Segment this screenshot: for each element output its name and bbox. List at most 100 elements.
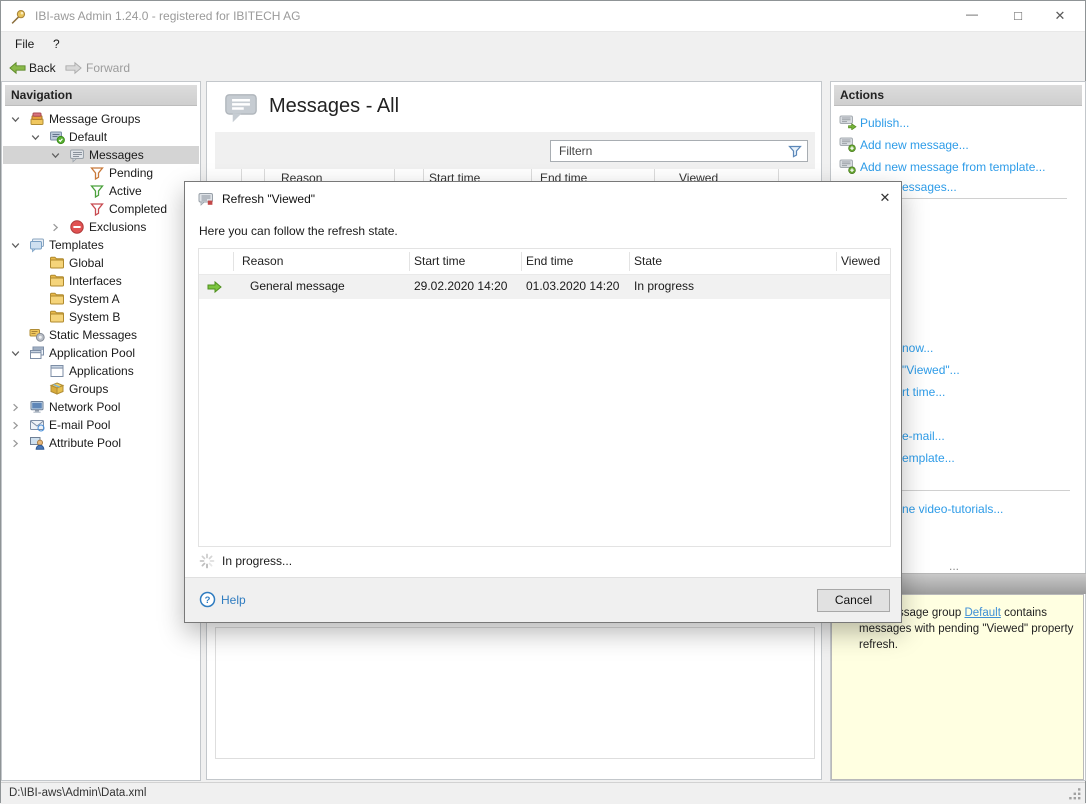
maximize-icon: □ [1014,8,1022,23]
action-item-partial[interactable]: "Viewed"... [902,363,960,378]
tree-item-completed[interactable]: Completed [3,200,199,218]
column-header-viewed[interactable]: Viewed [841,254,880,268]
chevron-right-icon[interactable] [11,421,20,430]
progress-spinner-icon [199,553,215,569]
tree-item-message-groups[interactable]: Message Groups [3,110,199,128]
status-bar: D:\IBI-aws\Admin\Data.xml [1,782,1085,804]
folder-icon [49,291,65,307]
column-separator [409,252,410,271]
attribute-pool-icon [29,435,45,451]
tree-item-static-messages[interactable]: Static Messages [3,326,199,344]
tree-item-e-mail-pool[interactable]: E-mail Pool [3,416,199,434]
action-item-partial[interactable]: ... [949,559,959,574]
dialog-title: Refresh "Viewed" [222,192,315,206]
tree-item-applications[interactable]: Applications [3,362,199,380]
tree-item-label: Applications [69,362,134,380]
chevron-right-icon[interactable] [11,439,20,448]
tree-item-groups[interactable]: Groups [3,380,199,398]
minimize-button[interactable]: — [955,1,989,31]
chevron-right-icon[interactable] [11,403,20,412]
menu-bar: File ? [1,32,1085,57]
tree-item-messages[interactable]: Messages [3,146,199,164]
tree-item-active[interactable]: Active [3,182,199,200]
default-group-link[interactable]: Default [964,607,1000,619]
tree-item-label: Messages [89,146,144,164]
chevron-down-icon[interactable] [11,115,20,124]
message-preview-panel [215,627,815,759]
forward-arrow-icon [65,61,82,75]
tree-item-label: System A [69,290,120,308]
tree-item-pending[interactable]: Pending [3,164,199,182]
help-link[interactable]: Help [221,593,246,607]
green-arrow-icon [206,279,222,295]
back-button[interactable]: Back [29,61,56,75]
funnel-orange-icon [89,165,105,181]
action-add-new-message[interactable]: Add new message... [831,136,1085,154]
dialog-close-button[interactable]: ✕ [873,186,897,210]
resize-grip[interactable] [1069,788,1082,801]
actions-separator [902,490,1070,491]
funnel-green-icon [89,183,105,199]
tree-item-system-a[interactable]: System A [3,290,199,308]
chevron-down-icon[interactable] [51,151,60,160]
maximize-button[interactable]: □ [1001,1,1035,31]
column-header-state[interactable]: State [634,254,662,268]
tree-item-network-pool[interactable]: Network Pool [3,398,199,416]
column-separator [233,252,234,271]
tree-item-label: E-mail Pool [49,416,110,434]
tree-item-global[interactable]: Global [3,254,199,272]
forward-button[interactable]: Forward [86,61,130,75]
tree-item-label: Completed [109,200,167,218]
action-label: Add new message... [860,136,969,154]
minimize-icon: — [966,7,978,21]
publish-icon [839,115,857,130]
close-icon: ✕ [880,190,891,205]
tree-item-exclusions[interactable]: Exclusions [3,218,199,236]
chevron-down-icon[interactable] [11,349,20,358]
action-add-new-message-from-template[interactable]: Add new message from template... [831,158,1085,176]
column-header-reason[interactable]: Reason [242,254,283,268]
message-groups-icon [29,111,45,127]
close-button[interactable]: ✕ [1043,1,1077,31]
tree-item-system-b[interactable]: System B [3,308,199,326]
action-item-partial[interactable]: rt time... [902,385,945,400]
tree-item-application-pool[interactable]: Application Pool [3,344,199,362]
exclusions-icon [69,219,85,235]
tree-item-label: System B [69,308,120,326]
close-icon: ✕ [1055,8,1066,23]
tree-item-label: Static Messages [49,326,137,344]
column-header-start-time[interactable]: Start time [414,254,465,268]
action-label: Add new message from template... [860,158,1045,176]
action-item-partial[interactable]: essages... [902,180,957,195]
action-item-partial[interactable]: now... [902,341,933,356]
cell-state: In progress [634,279,694,293]
action-label: Publish... [860,114,909,132]
folder-icon [49,273,65,289]
menu-item-file[interactable]: File [15,37,34,51]
tree-item-label: Templates [49,236,104,254]
tree-item-attribute-pool[interactable]: Attribute Pool [3,434,199,452]
column-header-end-time[interactable]: End time [526,254,573,268]
funnel-red-icon [89,201,105,217]
cancel-button[interactable]: Cancel [817,589,890,612]
tree-item-default[interactable]: Default [3,128,199,146]
action-item-partial[interactable]: ne video-tutorials... [902,502,1003,517]
chevron-down-icon[interactable] [11,241,20,250]
static-messages-icon [29,327,45,343]
column-separator [836,252,837,271]
filter-input[interactable] [550,140,808,162]
action-publish[interactable]: Publish... [831,114,1085,132]
tree-item-label: Message Groups [49,110,140,128]
messages-icon [223,92,259,125]
chevron-right-icon[interactable] [51,223,60,232]
action-item-partial[interactable]: e-mail... [902,429,945,444]
tree-item-label: Active [109,182,142,200]
filter-funnel-icon [787,143,803,159]
tree-item-templates[interactable]: Templates [3,236,199,254]
table-row[interactable]: General message29.02.2020 14:2001.03.202… [199,275,890,299]
menu-item-help[interactable]: ? [53,37,60,51]
tree-item-interfaces[interactable]: Interfaces [3,272,199,290]
chevron-down-icon[interactable] [31,133,40,142]
action-item-partial[interactable]: emplate... [902,451,955,466]
app-window: { "window": { "title": "IBI-aws Admin 1.… [0,0,1086,803]
